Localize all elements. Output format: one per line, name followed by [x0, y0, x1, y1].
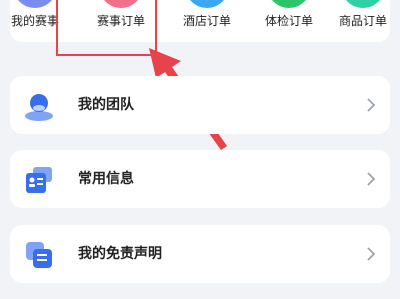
product-orders-icon [341, 0, 385, 8]
shortcut-label: 商品订单 [338, 14, 387, 28]
shortcut-event-orders[interactable]: 赛事订单 [86, 0, 156, 42]
shortcut-label: 酒店订单 [182, 14, 231, 28]
menu-label: 常用信息 [78, 171, 134, 187]
menu-label: 我的免责声明 [78, 246, 162, 262]
shortcut-checkup-orders[interactable]: 体检订单 [254, 0, 324, 42]
menu-label: 我的团队 [78, 97, 134, 113]
team-icon [25, 94, 53, 121]
menu-item-my-team[interactable]: 我的团队 [10, 76, 390, 134]
checkup-orders-icon [267, 0, 311, 8]
order-shortcuts-card: 我的赛事 赛事订单 酒店订单 体检订单 商品订单 [10, 0, 390, 42]
id-card-icon [26, 167, 52, 193]
menu-item-disclaimer[interactable]: 我的免责声明 [10, 225, 390, 283]
my-events-icon [13, 0, 57, 8]
chevron-right-icon [367, 172, 376, 186]
shortcut-label: 体检订单 [264, 14, 313, 28]
chevron-right-icon [367, 247, 376, 261]
document-icon [26, 242, 52, 268]
event-orders-icon [99, 0, 143, 8]
shortcut-label: 我的赛事 [10, 14, 59, 28]
shortcut-my-events[interactable]: 我的赛事 [0, 0, 70, 42]
menu-item-common-info[interactable]: 常用信息 [10, 150, 390, 208]
shortcut-product-orders[interactable]: 商品订单 [328, 0, 398, 42]
shortcut-label: 赛事订单 [96, 14, 145, 28]
chevron-right-icon [367, 98, 376, 112]
shortcut-hotel-orders[interactable]: 酒店订单 [172, 0, 242, 42]
hotel-orders-icon [185, 0, 229, 8]
